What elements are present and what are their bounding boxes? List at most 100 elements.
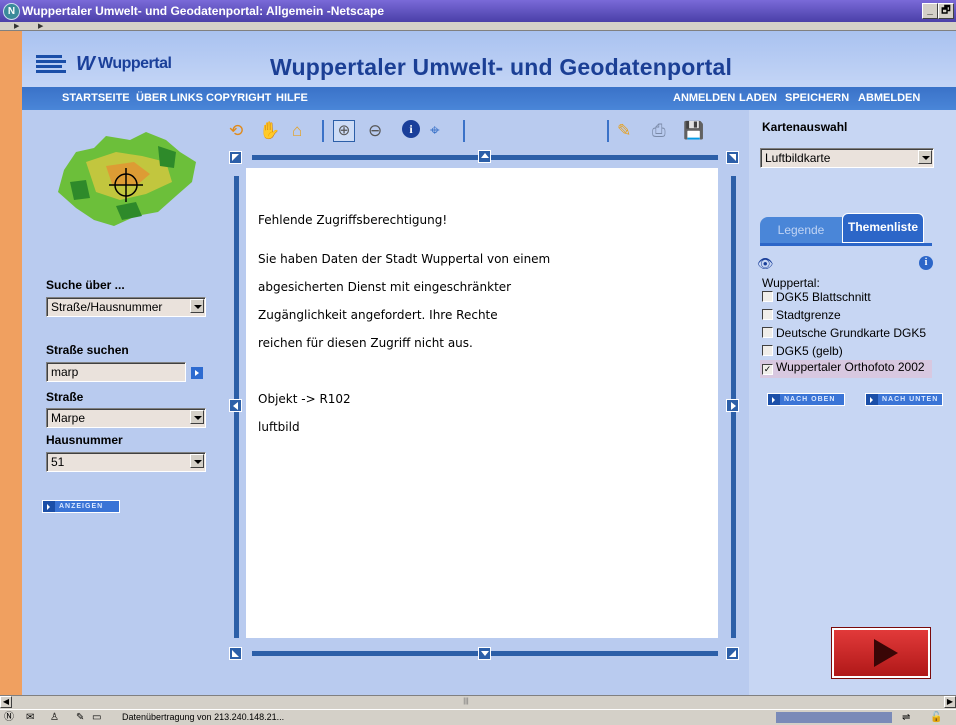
window-title: Wuppertaler Umwelt- und Geodatenportal: … bbox=[22, 4, 385, 18]
layer-item-dgk5[interactable]: Deutsche Grundkarte DGK5 bbox=[762, 326, 926, 340]
hausnummer-select[interactable]: 51 bbox=[46, 452, 206, 472]
strasse-suchen-value: marp bbox=[51, 365, 79, 379]
kartenauswahl-value: Luftbildkarte bbox=[765, 151, 831, 165]
arrow-right-icon bbox=[43, 501, 55, 512]
info-icon[interactable]: i bbox=[919, 256, 933, 270]
tab-legende[interactable]: Legende bbox=[760, 217, 842, 243]
horizontal-scrollbar[interactable]: ◀ ||| ▶ bbox=[0, 695, 956, 709]
anzeigen-label: ANZEIGEN bbox=[59, 503, 104, 510]
layer-checkbox[interactable] bbox=[762, 291, 773, 302]
zoom-out-icon[interactable]: ⊖ bbox=[368, 122, 382, 140]
toolbar-separator bbox=[322, 120, 324, 142]
toolbar-separator bbox=[607, 120, 609, 142]
mail-icon[interactable]: ✉ bbox=[26, 712, 34, 723]
pan-east-button[interactable] bbox=[726, 399, 739, 412]
netscape-status-icon[interactable]: Ⓝ bbox=[4, 712, 14, 723]
error-line: Zugänglichkeit angefordert. Ihre Rechte bbox=[258, 308, 498, 322]
nav-laden[interactable]: LADEN bbox=[739, 92, 777, 104]
layer-checkbox[interactable] bbox=[762, 327, 773, 338]
print-icon[interactable]: ⎙ bbox=[652, 122, 666, 140]
arrow-right-icon bbox=[768, 394, 780, 405]
play-arrow-button[interactable] bbox=[832, 628, 930, 678]
chevron-down-icon bbox=[190, 454, 204, 468]
save-icon[interactable]: 💾 bbox=[683, 122, 704, 140]
pan-northwest-button[interactable] bbox=[229, 151, 242, 164]
error-title: Fehlende Zugriffsberechtigung! bbox=[258, 213, 448, 227]
layer-checkbox[interactable] bbox=[762, 309, 773, 320]
restore-button[interactable]: 🗗 bbox=[938, 3, 954, 19]
pan-southeast-button[interactable] bbox=[726, 647, 739, 660]
layer-item-dgk5-gelb[interactable]: DGK5 (gelb) bbox=[762, 344, 843, 358]
strasse-suchen-label: Straße suchen bbox=[46, 343, 129, 357]
layer-label: Wuppertaler Orthofoto 2002 bbox=[776, 360, 925, 374]
nach-unten-label: NACH UNTEN bbox=[882, 396, 939, 403]
pan-northeast-button[interactable] bbox=[726, 151, 739, 164]
kartenauswahl-select[interactable]: Luftbildkarte bbox=[760, 148, 934, 168]
crosshair-icon[interactable]: ⌖ bbox=[430, 122, 440, 140]
nach-oben-button[interactable]: NACH OBEN bbox=[767, 393, 845, 406]
nav-copyright[interactable]: COPYRIGHT bbox=[206, 92, 271, 104]
error-object: Objekt -> R102 bbox=[258, 392, 351, 406]
nach-unten-button[interactable]: NACH UNTEN bbox=[865, 393, 943, 406]
eye-icon[interactable]: 👁 bbox=[757, 256, 774, 272]
layer-item-dgk5-blattschnitt[interactable]: DGK5 Blattschnitt bbox=[762, 290, 871, 304]
layer-item-stadtgrenze[interactable]: Stadtgrenze bbox=[762, 308, 841, 322]
connection-icon: ⇌ bbox=[902, 712, 911, 723]
nach-oben-label: NACH OBEN bbox=[784, 396, 836, 403]
layer-item-orthofoto-2002[interactable]: ✓ Wuppertaler Orthofoto 2002 bbox=[760, 360, 932, 378]
nav-startseite[interactable]: STARTSEITE bbox=[62, 92, 130, 104]
suche-ueber-select[interactable]: Straße/Hausnummer bbox=[46, 297, 206, 317]
pan-west-button[interactable] bbox=[229, 399, 242, 412]
nav-hilfe[interactable]: HILFE bbox=[276, 92, 308, 104]
layer-label: DGK5 Blattschnitt bbox=[776, 290, 871, 304]
nav-abmelden[interactable]: ABMELDEN bbox=[858, 92, 920, 104]
left-orange-margin bbox=[0, 31, 22, 695]
anzeigen-button[interactable]: ANZEIGEN bbox=[42, 500, 120, 513]
composer-icon[interactable]: ✎ bbox=[76, 712, 84, 723]
scrollbar-grip[interactable]: ||| bbox=[452, 698, 480, 706]
minimize-button[interactable]: _ bbox=[922, 3, 938, 19]
layer-checkbox[interactable] bbox=[762, 345, 773, 356]
pencil-icon[interactable]: ✎ bbox=[617, 122, 631, 140]
suche-ueber-value: Straße/Hausnummer bbox=[51, 300, 163, 314]
layer-checkbox-checked[interactable]: ✓ bbox=[762, 364, 773, 375]
main-nav-bar: STARTSEITE ÜBER LINKS COPYRIGHT HILFE AN… bbox=[22, 87, 956, 110]
tab-underline bbox=[760, 243, 932, 246]
strasse-label: Straße bbox=[46, 390, 84, 404]
strasse-value: Marpe bbox=[51, 411, 86, 425]
refresh-icon[interactable]: ⟲ bbox=[229, 122, 243, 140]
pan-south-button[interactable] bbox=[478, 647, 491, 660]
security-lock-icon[interactable]: 🔓 bbox=[930, 712, 942, 723]
error-line: Sie haben Daten der Stadt Wuppertal von … bbox=[258, 252, 551, 266]
wuppertal-logo-mark bbox=[36, 55, 76, 73]
nav-anmelden[interactable]: ANMELDEN bbox=[673, 92, 735, 104]
strasse-suchen-input[interactable]: marp bbox=[46, 362, 186, 382]
layer-label: Stadtgrenze bbox=[776, 308, 841, 322]
zoom-in-icon[interactable]: ⊕ bbox=[333, 120, 355, 142]
home-icon[interactable]: ⌂ bbox=[292, 122, 302, 140]
nav-links[interactable]: LINKS bbox=[170, 92, 203, 104]
error-line: reichen für diesen Zugriff nicht aus. bbox=[258, 336, 473, 350]
people-icon[interactable]: ♙ bbox=[50, 712, 59, 723]
tab-themenliste[interactable]: Themenliste bbox=[842, 213, 924, 243]
hand-pan-icon[interactable]: ✋ bbox=[259, 122, 280, 140]
scroll-left-icon[interactable]: ◀ bbox=[0, 696, 12, 708]
scroll-right-icon[interactable]: ▶ bbox=[944, 696, 956, 708]
pan-north-button[interactable] bbox=[478, 150, 491, 163]
collapsed-toolbar-strip[interactable]: ▶ ▶ bbox=[0, 22, 956, 31]
layer-label: DGK5 (gelb) bbox=[776, 344, 843, 358]
wuppertal-logo[interactable]: W Wuppertal bbox=[36, 53, 186, 75]
hausnummer-label: Hausnummer bbox=[46, 433, 123, 447]
nav-speichern[interactable]: SPEICHERN bbox=[785, 92, 849, 104]
status-bar: Ⓝ ✉ ♙ ✎ ▭ Datenübertragung von 213.240.1… bbox=[0, 709, 956, 725]
strasse-suchen-go-button[interactable] bbox=[191, 367, 203, 379]
overview-minimap[interactable] bbox=[46, 122, 206, 242]
window-title-bar: N Wuppertaler Umwelt- und Geodatenportal… bbox=[0, 0, 956, 22]
info-icon[interactable]: i bbox=[402, 120, 420, 138]
pan-southwest-button[interactable] bbox=[229, 647, 242, 660]
note-icon[interactable]: ▭ bbox=[92, 712, 101, 723]
nav-ueber[interactable]: ÜBER bbox=[136, 92, 167, 104]
strasse-select[interactable]: Marpe bbox=[46, 408, 206, 428]
arrow-right-icon bbox=[866, 394, 878, 405]
chevron-down-icon bbox=[918, 150, 932, 164]
